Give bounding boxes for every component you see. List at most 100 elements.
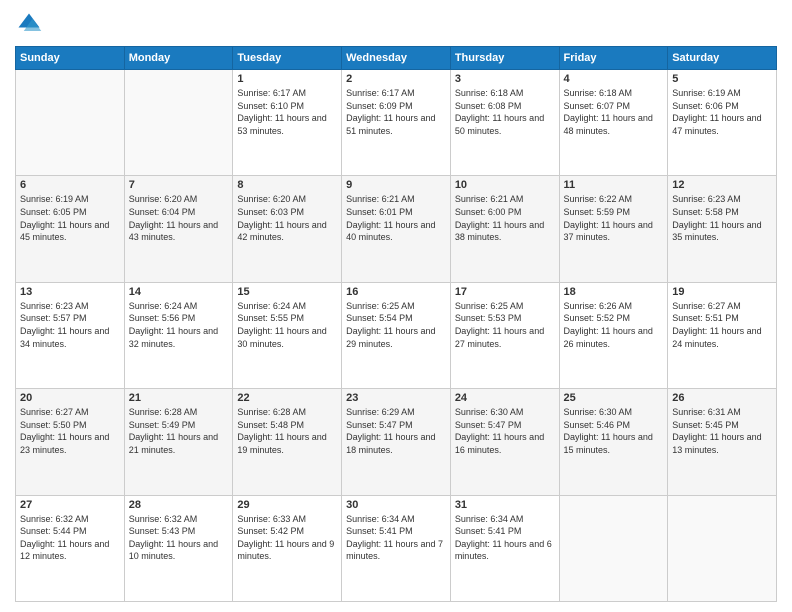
day-info: Sunrise: 6:31 AMSunset: 5:45 PMDaylight:… <box>672 406 772 456</box>
logo-icon <box>15 10 43 38</box>
calendar-cell: 21 Sunrise: 6:28 AMSunset: 5:49 PMDayligh… <box>124 389 233 495</box>
logo <box>15 10 47 38</box>
header <box>15 10 777 38</box>
calendar-cell: 19Sunrise: 6:27 AMSunset: 5:51 PMDayligh… <box>668 282 777 388</box>
calendar-cell: 1Sunrise: 6:17 AMSunset: 6:10 PMDaylight… <box>233 70 342 176</box>
day-number: 17 <box>455 286 555 298</box>
day-info: Sunrise: 6:20 AMSunset: 6:03 PMDaylight:… <box>237 193 337 243</box>
header-day: Sunday <box>16 47 125 70</box>
day-number: 9 <box>346 179 446 191</box>
calendar-cell: 28 Sunrise: 6:32 AMSunset: 5:43 PMDayligh… <box>124 495 233 601</box>
calendar-week: 20Sunrise: 6:27 AMSunset: 5:50 PMDayligh… <box>16 389 777 495</box>
calendar-cell <box>16 70 125 176</box>
calendar-week: 27 Sunrise: 6:32 AMSunset: 5:44 PMDayligh… <box>16 495 777 601</box>
calendar-cell: 11Sunrise: 6:22 AMSunset: 5:59 PMDayligh… <box>559 176 668 282</box>
calendar-cell: 10 Sunrise: 6:21 AMSunset: 6:00 PMDayligh… <box>450 176 559 282</box>
day-info: Sunrise: 6:34 AMSunset: 5:41 PMDaylight:… <box>455 513 555 563</box>
day-number: 28 <box>129 499 229 511</box>
day-number: 24 <box>455 392 555 404</box>
header-day: Thursday <box>450 47 559 70</box>
day-info: Sunrise: 6:19 AMSunset: 6:06 PMDaylight:… <box>672 87 772 137</box>
calendar-cell: 22 Sunrise: 6:28 AMSunset: 5:48 PMDayligh… <box>233 389 342 495</box>
day-number: 27 <box>20 499 120 511</box>
calendar-cell: 31 Sunrise: 6:34 AMSunset: 5:41 PMDayligh… <box>450 495 559 601</box>
calendar-week: 1Sunrise: 6:17 AMSunset: 6:10 PMDaylight… <box>16 70 777 176</box>
day-number: 5 <box>672 73 772 85</box>
day-number: 31 <box>455 499 555 511</box>
calendar-cell: 26 Sunrise: 6:31 AMSunset: 5:45 PMDayligh… <box>668 389 777 495</box>
day-info: Sunrise: 6:19 AMSunset: 6:05 PMDaylight:… <box>20 193 120 243</box>
day-info: Sunrise: 6:21 AMSunset: 6:01 PMDaylight:… <box>346 193 446 243</box>
header-day: Monday <box>124 47 233 70</box>
day-info: Sunrise: 6:34 AMSunset: 5:41 PMDaylight:… <box>346 513 446 563</box>
day-number: 2 <box>346 73 446 85</box>
calendar-cell: 23 Sunrise: 6:29 AMSunset: 5:47 PMDayligh… <box>342 389 451 495</box>
day-number: 25 <box>564 392 664 404</box>
calendar-cell <box>668 495 777 601</box>
day-number: 4 <box>564 73 664 85</box>
day-number: 14 <box>129 286 229 298</box>
calendar-cell: 29 Sunrise: 6:33 AMSunset: 5:42 PMDayligh… <box>233 495 342 601</box>
day-info: Sunrise: 6:18 AMSunset: 6:07 PMDaylight:… <box>564 87 664 137</box>
calendar-week: 6 Sunrise: 6:19 AMSunset: 6:05 PMDaylight… <box>16 176 777 282</box>
calendar-cell: 18Sunrise: 6:26 AMSunset: 5:52 PMDayligh… <box>559 282 668 388</box>
day-info: Sunrise: 6:18 AMSunset: 6:08 PMDaylight:… <box>455 87 555 137</box>
day-info: Sunrise: 6:20 AMSunset: 6:04 PMDaylight:… <box>129 193 229 243</box>
day-info: Sunrise: 6:33 AMSunset: 5:42 PMDaylight:… <box>237 513 337 563</box>
calendar-cell: 6 Sunrise: 6:19 AMSunset: 6:05 PMDaylight… <box>16 176 125 282</box>
calendar-cell: 5 Sunrise: 6:19 AMSunset: 6:06 PMDaylight… <box>668 70 777 176</box>
day-number: 13 <box>20 286 120 298</box>
calendar-cell: 15 Sunrise: 6:24 AMSunset: 5:55 PMDayligh… <box>233 282 342 388</box>
day-number: 8 <box>237 179 337 191</box>
calendar-cell <box>559 495 668 601</box>
day-number: 21 <box>129 392 229 404</box>
calendar-cell: 9 Sunrise: 6:21 AMSunset: 6:01 PMDaylight… <box>342 176 451 282</box>
day-number: 3 <box>455 73 555 85</box>
calendar-cell: 30 Sunrise: 6:34 AMSunset: 5:41 PMDayligh… <box>342 495 451 601</box>
day-number: 16 <box>346 286 446 298</box>
day-number: 15 <box>237 286 337 298</box>
day-number: 30 <box>346 499 446 511</box>
calendar-header: SundayMondayTuesdayWednesdayThursdayFrid… <box>16 47 777 70</box>
calendar-cell: 27 Sunrise: 6:32 AMSunset: 5:44 PMDayligh… <box>16 495 125 601</box>
calendar-cell: 24Sunrise: 6:30 AMSunset: 5:47 PMDayligh… <box>450 389 559 495</box>
day-number: 22 <box>237 392 337 404</box>
calendar-cell: 7 Sunrise: 6:20 AMSunset: 6:04 PMDaylight… <box>124 176 233 282</box>
day-info: Sunrise: 6:28 AMSunset: 5:49 PMDaylight:… <box>129 406 229 456</box>
day-number: 12 <box>672 179 772 191</box>
day-info: Sunrise: 6:32 AMSunset: 5:43 PMDaylight:… <box>129 513 229 563</box>
day-number: 18 <box>564 286 664 298</box>
day-number: 7 <box>129 179 229 191</box>
calendar-cell: 12Sunrise: 6:23 AMSunset: 5:58 PMDayligh… <box>668 176 777 282</box>
day-number: 10 <box>455 179 555 191</box>
day-info: Sunrise: 6:32 AMSunset: 5:44 PMDaylight:… <box>20 513 120 563</box>
calendar-cell: 4 Sunrise: 6:18 AMSunset: 6:07 PMDaylight… <box>559 70 668 176</box>
calendar-cell: 20Sunrise: 6:27 AMSunset: 5:50 PMDayligh… <box>16 389 125 495</box>
calendar-cell: 25Sunrise: 6:30 AMSunset: 5:46 PMDayligh… <box>559 389 668 495</box>
calendar-body: 1Sunrise: 6:17 AMSunset: 6:10 PMDaylight… <box>16 70 777 602</box>
day-info: Sunrise: 6:29 AMSunset: 5:47 PMDaylight:… <box>346 406 446 456</box>
day-number: 6 <box>20 179 120 191</box>
day-info: Sunrise: 6:21 AMSunset: 6:00 PMDaylight:… <box>455 193 555 243</box>
day-info: Sunrise: 6:24 AMSunset: 5:56 PMDaylight:… <box>129 300 229 350</box>
calendar-cell: 8 Sunrise: 6:20 AMSunset: 6:03 PMDaylight… <box>233 176 342 282</box>
day-number: 23 <box>346 392 446 404</box>
day-info: Sunrise: 6:17 AMSunset: 6:09 PMDaylight:… <box>346 87 446 137</box>
header-day: Friday <box>559 47 668 70</box>
day-number: 26 <box>672 392 772 404</box>
calendar-table: SundayMondayTuesdayWednesdayThursdayFrid… <box>15 46 777 602</box>
page: SundayMondayTuesdayWednesdayThursdayFrid… <box>0 0 792 612</box>
day-info: Sunrise: 6:23 AMSunset: 5:57 PMDaylight:… <box>20 300 120 350</box>
day-info: Sunrise: 6:24 AMSunset: 5:55 PMDaylight:… <box>237 300 337 350</box>
header-day: Tuesday <box>233 47 342 70</box>
header-row: SundayMondayTuesdayWednesdayThursdayFrid… <box>16 47 777 70</box>
day-number: 29 <box>237 499 337 511</box>
day-info: Sunrise: 6:28 AMSunset: 5:48 PMDaylight:… <box>237 406 337 456</box>
header-day: Wednesday <box>342 47 451 70</box>
calendar-cell: 3 Sunrise: 6:18 AMSunset: 6:08 PMDaylight… <box>450 70 559 176</box>
day-info: Sunrise: 6:17 AMSunset: 6:10 PMDaylight:… <box>237 87 337 137</box>
day-number: 20 <box>20 392 120 404</box>
day-number: 11 <box>564 179 664 191</box>
calendar-cell: 16Sunrise: 6:25 AMSunset: 5:54 PMDayligh… <box>342 282 451 388</box>
day-info: Sunrise: 6:25 AMSunset: 5:53 PMDaylight:… <box>455 300 555 350</box>
